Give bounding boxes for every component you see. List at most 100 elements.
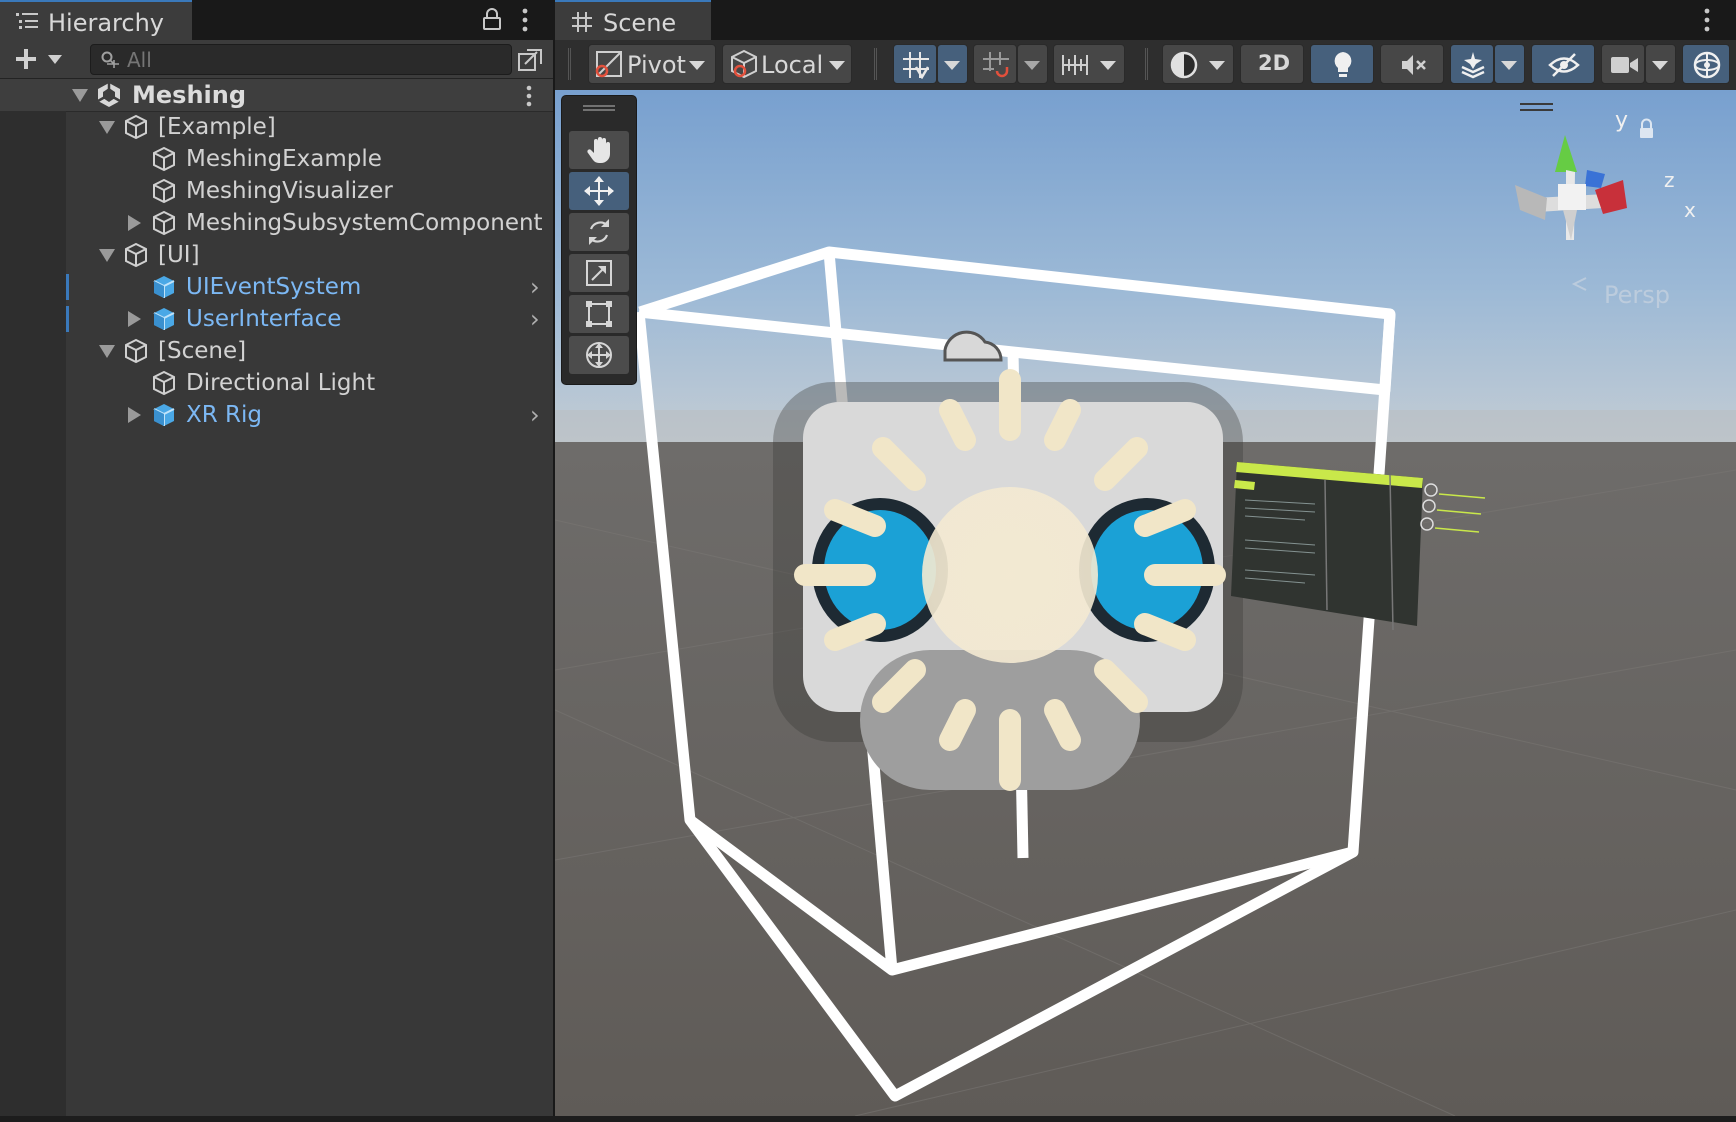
hierarchy-item[interactable]: UIEventSystem › [0,271,553,303]
effects-dropdown[interactable] [1494,44,1525,84]
bottom-border [0,1116,1736,1122]
collapse-arrow-icon[interactable] [128,215,142,231]
hierarchy-item-label: [Example] [158,114,276,140]
scene-kebab-icon[interactable] [1702,8,1712,32]
search-field[interactable] [90,44,512,75]
toolbar-separator [1145,48,1148,80]
expand-arrow-icon[interactable] [99,249,115,263]
hierarchy-item[interactable]: UserInterface › [0,303,553,335]
hierarchy-item[interactable]: MeshingVisualizer [0,175,553,207]
camera-icon [1611,57,1638,73]
move-icon [584,176,614,206]
scene-render [555,90,1736,1116]
chevron-down-icon [944,61,960,70]
scale-tool-button[interactable] [569,254,629,292]
cube-icon [153,178,175,204]
scale-icon [586,260,612,286]
pivot-dropdown[interactable]: Pivot [588,44,716,84]
hierarchy-item[interactable]: [Scene] [0,335,553,367]
move-tool-button[interactable] [569,172,629,210]
hierarchy-item-label: MeshingVisualizer [186,178,393,204]
grid-snap-toggle[interactable] [893,44,937,84]
transform-icon [586,342,612,368]
local-dropdown[interactable]: Local [722,44,852,84]
chevron-down-icon [1652,61,1668,70]
local-space-icon [731,49,757,79]
transform-tool-button[interactable] [569,336,629,374]
hand-icon [587,137,610,163]
2d-label: 2D [1258,51,1291,75]
hierarchy-item-label: MeshingSubsystemComponent [186,210,543,236]
chevron-down-icon [1501,61,1517,70]
hierarchy-item[interactable]: MeshingSubsystemComponent [0,207,553,239]
hierarchy-item[interactable]: MeshingExample [0,143,553,175]
cube-icon [153,146,175,172]
overlay-grip-icon[interactable] [582,104,616,112]
collapse-arrow-icon[interactable] [128,407,142,423]
scene-viewport[interactable] [555,90,1736,1116]
plus-icon [16,49,36,69]
hierarchy-item[interactable]: [Example] [0,111,553,143]
hierarchy-item-label: UIEventSystem [186,274,362,300]
effects-toggle[interactable] [1450,44,1494,84]
hierarchy-item-label: XR Rig [186,402,263,428]
draw-mode-dropdown[interactable] [1162,44,1234,84]
audio-toggle[interactable] [1380,44,1444,84]
create-button[interactable] [12,44,68,74]
rect-tool-button[interactable] [569,295,629,333]
light-bulb-icon [1334,52,1352,77]
kebab-icon[interactable] [520,8,530,32]
tab-scene[interactable]: Scene [555,0,711,40]
scene-tab-bar [555,0,1736,40]
tab-hierarchy[interactable]: Hierarchy [0,0,192,40]
grid-snap-icon [903,52,930,79]
2d-toggle[interactable]: 2D [1240,44,1304,84]
view-tool-button[interactable] [569,131,629,169]
scene-visibility-toggle-icon[interactable] [517,46,543,72]
hierarchy-tab-label: Hierarchy [48,9,165,37]
gizmo-axis-z-label: z [1664,168,1675,192]
scene-root-row[interactable]: Meshing [0,79,553,112]
hierarchy-item[interactable]: [UI] [0,239,553,271]
ruler-dropdown[interactable] [1053,44,1125,84]
chevron-down-icon [1100,61,1116,70]
collapse-arrow-icon[interactable] [128,311,142,327]
shading-sphere-icon [1170,51,1198,79]
hierarchy-item-label: MeshingExample [186,146,382,172]
hierarchy-item-label: Directional Light [186,370,376,396]
audio-mute-icon [1402,55,1426,75]
rect-icon [586,301,612,327]
chevron-right-icon[interactable]: › [530,401,540,429]
cube-icon [125,114,147,140]
prefab-cube-icon [153,404,175,426]
chevron-down-icon [829,61,845,70]
chevron-down-icon [1209,61,1225,70]
chevron-down-icon [689,61,705,70]
chevron-right-icon[interactable]: › [530,273,540,301]
tools-overlay [561,95,637,385]
gizmo-axis-x-label: x [1684,198,1696,222]
scene-visibility-toggle[interactable] [1531,44,1595,84]
camera-settings-button[interactable] [1601,44,1645,84]
search-input[interactable] [127,45,497,74]
projection-label[interactable]: Persp [1604,281,1670,309]
expand-arrow-icon[interactable] [99,345,115,359]
hierarchy-item-label: UserInterface [186,306,342,332]
expand-arrow-icon[interactable] [72,89,88,103]
rotate-tool-button[interactable] [569,213,629,251]
lighting-toggle[interactable] [1310,44,1374,84]
chevron-right-icon[interactable]: › [530,305,540,333]
expand-arrow-icon[interactable] [99,121,115,135]
increment-snap-toggle[interactable] [973,44,1017,84]
gizmos-toggle[interactable] [1682,44,1730,84]
lock-icon[interactable] [482,7,502,31]
scene-menu-kebab-icon[interactable] [524,85,534,107]
increment-snap-dropdown[interactable] [1017,44,1048,84]
grid-snap-dropdown[interactable] [937,44,968,84]
hierarchy-item[interactable]: XR Rig › [0,399,553,431]
hierarchy-item[interactable]: Directional Light [0,367,553,399]
camera-dropdown[interactable] [1645,44,1676,84]
gizmo-icon [1693,51,1721,79]
scene-tab-label: Scene [603,9,677,37]
prefab-cube-icon [153,276,175,298]
